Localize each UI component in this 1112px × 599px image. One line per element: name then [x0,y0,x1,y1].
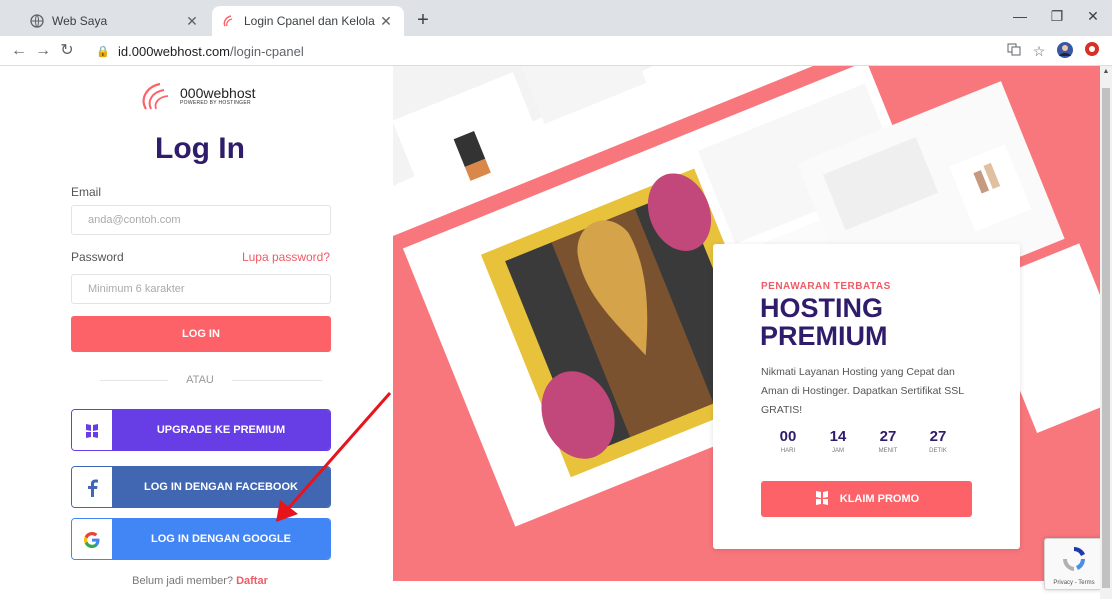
countdown-value: 27 [929,428,947,445]
signup-link[interactable]: Daftar [236,575,268,587]
extension-icon[interactable] [1082,41,1102,61]
countdown-unit: DETIK [929,448,947,454]
password-label: Password [71,250,124,264]
address-bar[interactable]: 🔒 id.000webhost.com /login-cpanel [96,39,996,63]
signup-prompt-text: Belum jadi member? [132,575,233,587]
page-title: Log In [155,132,245,165]
countdown-hours: 14 JAM [813,428,863,454]
000webhost-favicon-icon [222,14,236,28]
tab-title: Login Cpanel dan Kelola Web Ho [244,14,378,28]
browser-toolbar: ← → ↻ 🔒 id.000webhost.com /login-cpanel … [0,36,1112,66]
logo-brand-text: 000webhost [180,85,256,101]
000webhost-logo[interactable]: 000webhost POWERED BY HOSTINGER [140,80,270,112]
countdown-value: 27 [879,428,897,445]
promo-panel: PENAWARAN TERBATAS HOSTING PREMIUM Nikma… [393,66,1112,599]
login-panel: 000webhost POWERED BY HOSTINGER Log In E… [0,66,393,599]
google-icon [72,519,112,559]
email-field[interactable]: anda@contoh.com [71,205,331,235]
logo-mark-icon [142,82,169,110]
countdown-value: 00 [779,428,797,445]
scrollbar-thumb[interactable] [1102,88,1110,588]
promo-card: PENAWARAN TERBATAS HOSTING PREMIUM Nikma… [713,244,1020,549]
divider-line [232,380,322,381]
close-window-icon[interactable]: ✕ [1078,8,1108,25]
hostinger-icon [814,490,830,509]
forgot-password-link[interactable]: Lupa password? [230,250,330,264]
reload-icon[interactable]: ↻ [56,40,78,62]
minimize-icon[interactable]: — [1005,8,1035,24]
facebook-login-label: LOG IN DENGAN FACEBOOK [112,467,330,507]
countdown-minutes: 27 MENIT [863,428,913,454]
facebook-login-button[interactable]: LOG IN DENGAN FACEBOOK [71,466,331,508]
url-path: /login-cpanel [230,43,304,59]
tab-close-icon[interactable]: ✕ [378,13,394,30]
new-tab-icon[interactable]: + [412,9,434,31]
globe-icon [30,14,44,28]
restore-icon[interactable]: ❐ [1042,8,1072,25]
promo-title: HOSTING PREMIUM [760,294,888,350]
password-field[interactable]: Minimum 6 karakter [71,274,331,304]
promo-kicker: PENAWARAN TERBATAS [761,281,891,292]
countdown-seconds: 27 DETIK [913,428,963,454]
browser-tab[interactable]: Web Saya ✕ [20,6,210,36]
recaptcha-icon [1062,546,1086,571]
page-scrollbar[interactable]: ▲ [1100,66,1112,599]
bookmark-star-icon[interactable]: ☆ [1029,41,1049,61]
countdown-unit: JAM [832,448,844,454]
recaptcha-badge[interactable]: Privacy - Terms [1044,538,1102,590]
tab-title: Web Saya [52,14,108,28]
claim-promo-label: KLAIM PROMO [839,493,920,505]
email-label: Email [71,185,102,199]
browser-tab-strip: Web Saya ✕ Login Cpanel dan Kelola Web H… [0,0,1112,36]
logo-powered-text: POWERED BY HOSTINGER [180,100,251,106]
google-login-button[interactable]: LOG IN DENGAN GOOGLE [71,518,331,560]
divider-text: ATAU [186,374,214,386]
page-content: 000webhost POWERED BY HOSTINGER Log In E… [0,66,1112,599]
back-icon[interactable]: ← [8,40,30,62]
signup-prompt: Belum jadi member? Daftar [0,575,400,587]
divider-line [100,380,168,381]
countdown-unit: MENIT [878,448,898,454]
facebook-icon [72,467,112,507]
scroll-up-arrow-icon[interactable]: ▲ [1100,68,1112,75]
google-login-label: LOG IN DENGAN GOOGLE [112,519,330,559]
upgrade-premium-label: UPGRADE KE PREMIUM [112,410,330,450]
upgrade-premium-button[interactable]: UPGRADE KE PREMIUM [71,409,331,451]
promo-title-line1: HOSTING [760,293,884,323]
countdown-days: 00 HARI [763,428,813,454]
recaptcha-links[interactable]: Privacy - Terms [1045,580,1103,586]
profile-avatar[interactable] [1055,41,1075,61]
claim-promo-button[interactable]: KLAIM PROMO [761,481,972,517]
translate-icon[interactable] [1004,41,1024,61]
browser-tab-active[interactable]: Login Cpanel dan Kelola Web Ho ✕ [212,6,404,36]
countdown-value: 14 [829,428,847,445]
lock-icon: 🔒 [96,45,110,58]
forward-icon[interactable]: → [32,40,54,62]
hostinger-icon [72,410,112,450]
countdown-timer: 00 HARI 14 JAM 27 MENIT 27 DETIK [763,428,963,454]
promo-description: Nikmati Layanan Hosting yang Cepat dan A… [761,366,964,416]
countdown-unit: HARI [780,448,796,454]
login-button[interactable]: LOG IN [71,316,331,352]
tab-close-icon[interactable]: ✕ [184,13,200,30]
url-host: id.000webhost.com [118,43,231,59]
promo-title-line2: PREMIUM [760,321,888,351]
